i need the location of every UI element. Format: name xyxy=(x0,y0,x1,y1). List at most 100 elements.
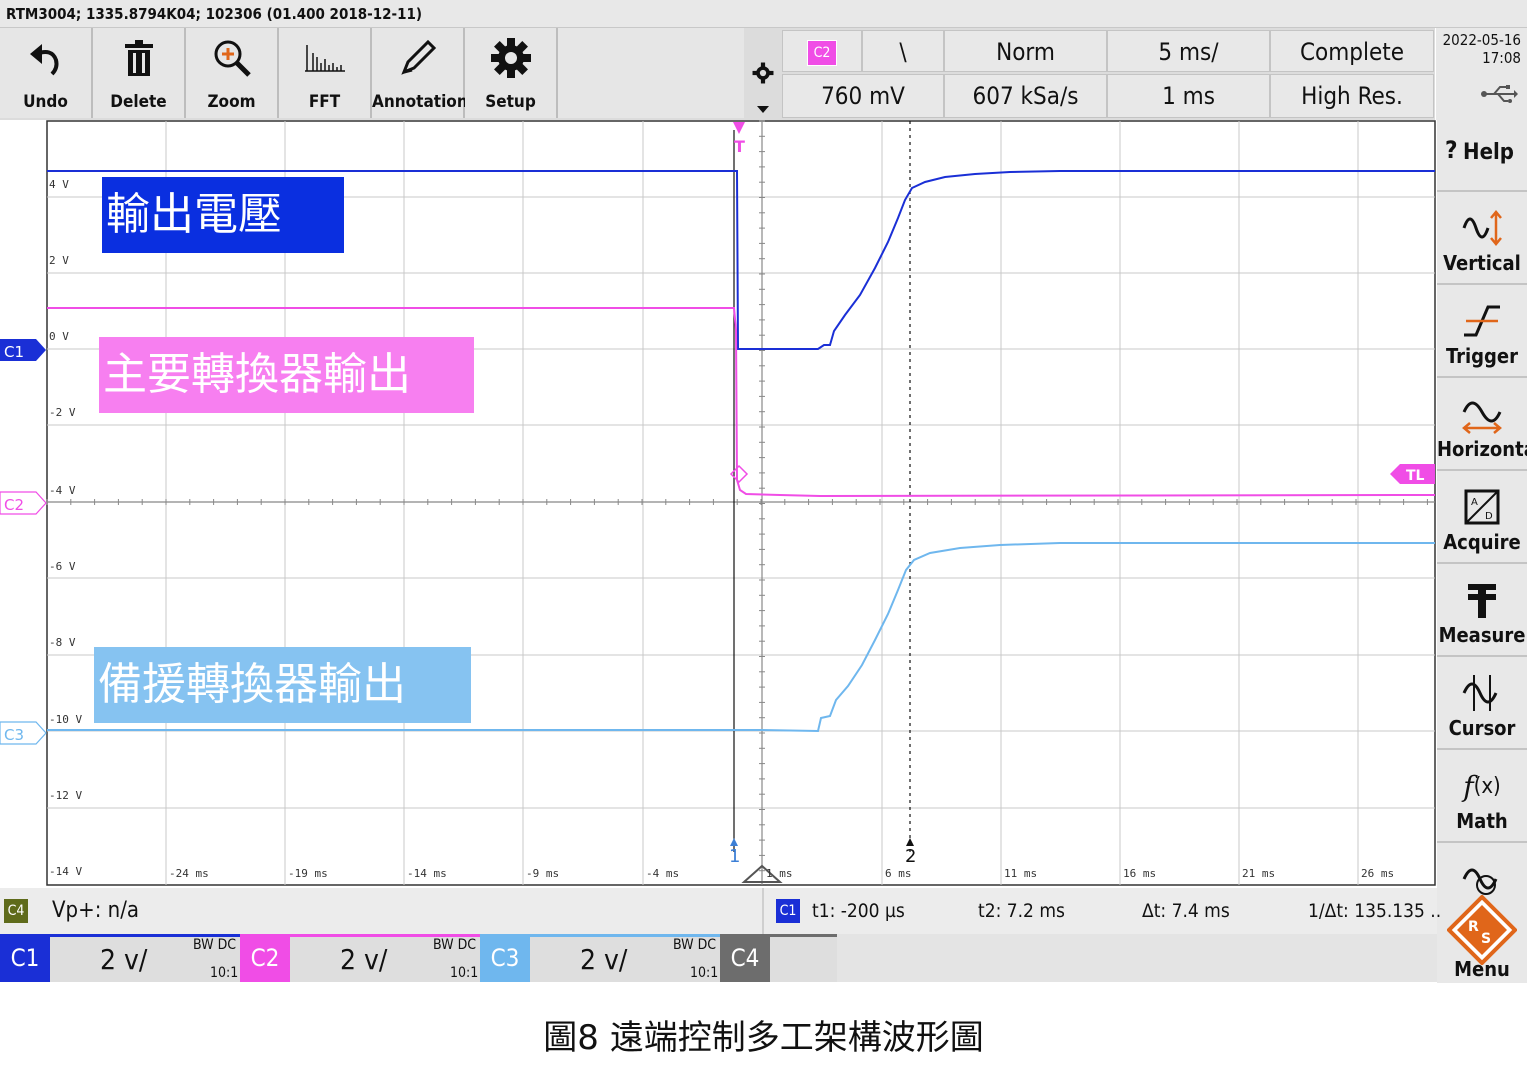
backup-converter-annotation[interactable]: 備援轉換器輸出 xyxy=(94,647,471,723)
math-button[interactable]: f (x) Math xyxy=(1437,750,1527,843)
acquisition-status[interactable]: Complete xyxy=(1270,30,1434,72)
datetime-panel: 2022-05-16 17:08 xyxy=(1436,28,1527,120)
c1-cursor-tag[interactable]: C1 xyxy=(776,899,800,923)
trash-icon xyxy=(93,38,184,78)
vp-measurement[interactable]: Vp+: n/a xyxy=(52,896,139,926)
timebase[interactable]: 5 ms/ xyxy=(1107,30,1270,72)
menu-label: Menu xyxy=(1454,957,1510,981)
trigger-icon xyxy=(1437,299,1527,343)
time-label: -14 ms xyxy=(407,867,447,880)
time-label: -9 ms xyxy=(526,867,560,880)
undo-button[interactable]: Undo xyxy=(0,28,93,118)
time-label: -4 ms xyxy=(646,867,680,880)
sample-rate[interactable]: 607 kSa/s xyxy=(944,74,1107,118)
zoom-icon xyxy=(186,38,277,78)
menu-button[interactable]: RS Menu xyxy=(1437,843,1527,983)
cursor-1-label: 1 xyxy=(729,846,740,867)
fft-icon xyxy=(279,38,370,78)
trigger-source[interactable]: C2 xyxy=(782,30,862,72)
trigger-slope[interactable]: \ xyxy=(862,30,944,72)
c1-offset-marker[interactable]: C1 xyxy=(0,339,46,361)
math-icon: f (x) xyxy=(1463,769,1501,803)
fft-button[interactable]: FFT xyxy=(279,28,372,118)
time-label: 6 ms xyxy=(885,867,912,880)
annotation-label: Annotation xyxy=(372,92,468,112)
time-label: -19 ms xyxy=(288,867,328,880)
cursor-delta-t: Δt: 7.4 ms xyxy=(1142,900,1230,922)
c2-bandwidth: BW DC xyxy=(433,937,477,953)
chevron-down-icon xyxy=(757,106,769,113)
trigger-button[interactable]: Trigger xyxy=(1437,285,1527,378)
time-label: 1 ms xyxy=(766,867,793,880)
undo-label: Undo xyxy=(23,92,68,112)
acquire-button[interactable]: AD Acquire xyxy=(1437,471,1527,564)
horizontal-button[interactable]: Horizontal xyxy=(1437,378,1527,471)
record-length[interactable]: 1 ms xyxy=(1107,74,1270,118)
c3-tag: C3 xyxy=(480,934,530,982)
channel-c3-box[interactable]: C3 2 v/ BW DC 10:1 xyxy=(480,934,720,982)
help-button[interactable]: ? Help xyxy=(1437,120,1527,192)
rs-logo-icon: RS xyxy=(1447,895,1517,965)
annotation-button[interactable]: Annotation xyxy=(372,28,468,118)
primary-converter-annotation[interactable]: 主要轉換器輸出 xyxy=(99,337,474,413)
c3-offset-marker[interactable]: C3 xyxy=(0,721,47,745)
c2-tag: C2 xyxy=(240,934,290,982)
c3-bandwidth: BW DC xyxy=(673,937,717,953)
cursor-label: Cursor xyxy=(1448,716,1516,740)
cursor-button[interactable]: Cursor xyxy=(1437,657,1527,750)
divider xyxy=(762,888,764,934)
date: 2022-05-16 xyxy=(1442,31,1521,49)
volt-label: 2 V xyxy=(49,254,69,267)
vertical-button[interactable]: Vertical xyxy=(1437,192,1527,285)
c1-tag: C1 xyxy=(0,934,50,982)
undo-icon xyxy=(0,38,91,78)
c1-bandwidth: BW DC xyxy=(193,937,237,953)
volt-label: 4 V xyxy=(49,178,69,191)
vertical-icon xyxy=(1437,206,1527,250)
volt-label: -6 V xyxy=(49,560,76,573)
cursor-2-label: 2 xyxy=(905,846,916,867)
time-label: 16 ms xyxy=(1123,867,1157,880)
output-voltage-annotation[interactable]: 輸出電壓 xyxy=(102,177,344,253)
zoom-button[interactable]: Zoom xyxy=(186,28,279,118)
trigger-label: Trigger xyxy=(1446,344,1518,368)
svg-text:R: R xyxy=(1468,919,1479,935)
instrument-info: RTM3004; 1335.8794K04; 102306 (01.400 20… xyxy=(0,0,1527,28)
usb-icon xyxy=(1481,85,1518,103)
settings-dropdown[interactable] xyxy=(744,28,782,118)
math-label: Math xyxy=(1456,809,1508,833)
svg-text:A: A xyxy=(1471,497,1478,508)
trigger-channel-tag: C2 xyxy=(806,40,838,66)
time-label: 21 ms xyxy=(1242,867,1276,880)
pencil-icon xyxy=(372,38,463,78)
volt-label: -10 V xyxy=(49,713,83,726)
acquisition-mode[interactable]: High Res. xyxy=(1270,74,1434,118)
volt-label: -14 V xyxy=(49,865,83,878)
trigger-mode[interactable]: Norm xyxy=(944,30,1107,72)
trigger-level[interactable]: 760 mV xyxy=(782,74,944,118)
c4-measure-tag[interactable]: C4 xyxy=(4,899,28,923)
help-icon: ? xyxy=(1445,136,1458,164)
c2-probe: 10:1 xyxy=(450,965,479,981)
cursor-inverse-delta: 1/Δt: 135.135 .. xyxy=(1308,900,1442,922)
channel-c4-box[interactable]: C4 xyxy=(720,934,837,982)
volt-label: -2 V xyxy=(49,406,76,419)
help-label: Help xyxy=(1463,140,1514,165)
volt-label: -8 V xyxy=(49,636,76,649)
c1-scale: 2 v/ xyxy=(100,943,148,976)
c1-probe: 10:1 xyxy=(210,965,239,981)
gear-icon xyxy=(752,62,774,84)
measure-icon xyxy=(1437,578,1527,622)
c2-offset-marker[interactable]: C2 xyxy=(0,491,47,515)
cursor-icon xyxy=(1437,671,1527,715)
figure-caption: 圖8 遠端控制多工架構波形圖 xyxy=(543,1018,984,1058)
channel-c1-box[interactable]: C1 2 v/ BW DC 10:1 xyxy=(0,934,240,982)
zoom-label: Zoom xyxy=(207,92,256,112)
setup-button[interactable]: Setup xyxy=(465,28,558,118)
measure-button[interactable]: Measure xyxy=(1437,564,1527,657)
channel-c2-box[interactable]: C2 2 v/ BW DC 10:1 xyxy=(240,934,480,982)
delete-button[interactable]: Delete xyxy=(93,28,186,118)
svg-text:C3: C3 xyxy=(4,726,24,744)
fft-label: FFT xyxy=(308,92,341,112)
gear-icon xyxy=(465,38,556,78)
